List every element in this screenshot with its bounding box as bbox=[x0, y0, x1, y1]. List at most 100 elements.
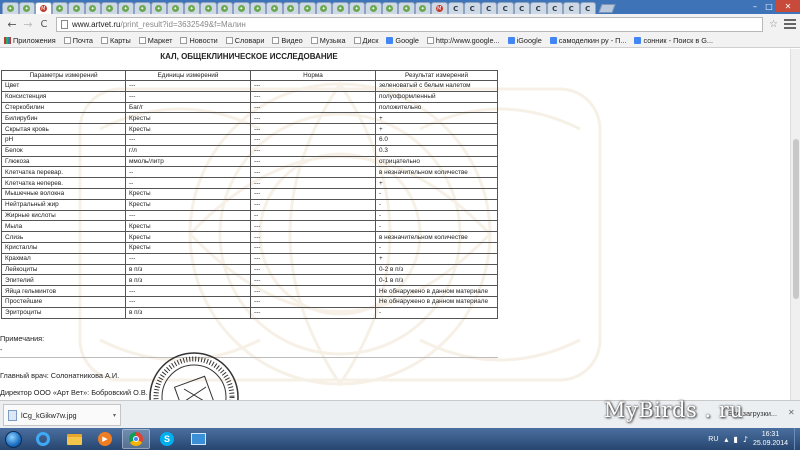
table-cell: ммоль/литр bbox=[125, 155, 251, 168]
browser-tab[interactable]: ✦ bbox=[51, 2, 68, 14]
browser-tab[interactable]: C bbox=[546, 2, 563, 14]
bookmark-item[interactable]: самоделкин ру - П... bbox=[549, 36, 626, 45]
taskbar-photo-viewer[interactable] bbox=[184, 429, 212, 449]
taskbar-chrome[interactable] bbox=[122, 429, 150, 449]
show-hidden-icons-icon[interactable]: ▴ bbox=[724, 435, 728, 444]
browser-tab[interactable]: ✦ bbox=[266, 2, 283, 14]
address-bar[interactable]: www.artvet.ru/print_result?id=3632549&f=… bbox=[56, 16, 764, 32]
bird-favicon: ✦ bbox=[138, 5, 146, 12]
bookmark-item[interactable]: Карты bbox=[100, 36, 131, 45]
bird-favicon: ✦ bbox=[188, 5, 196, 12]
browser-tab[interactable]: ✦ bbox=[84, 2, 101, 14]
chrome-menu-icon[interactable] bbox=[784, 19, 796, 29]
start-button[interactable] bbox=[0, 428, 26, 450]
browser-tab[interactable]: ✦ bbox=[2, 2, 19, 14]
browser-tab[interactable]: C bbox=[497, 2, 514, 14]
browser-tab[interactable]: C bbox=[480, 2, 497, 14]
browser-tab[interactable]: ✦ bbox=[299, 2, 316, 14]
forward-button[interactable]: → bbox=[20, 16, 36, 32]
url-host: www.artvet.ru bbox=[72, 19, 121, 29]
clock[interactable]: 16:31 25.09.2014 bbox=[753, 430, 788, 448]
browser-tab[interactable]: ✦ bbox=[233, 2, 250, 14]
bookmark-item[interactable]: Музыка bbox=[310, 36, 346, 45]
browser-tab[interactable]: ✦ bbox=[167, 2, 184, 14]
vertical-scrollbar[interactable] bbox=[790, 49, 800, 400]
browser-tab[interactable]: ✦ bbox=[282, 2, 299, 14]
table-cell: Билирубин bbox=[1, 112, 126, 125]
browser-tab[interactable]: ✦ bbox=[249, 2, 266, 14]
folder-icon bbox=[138, 37, 146, 44]
minimize-button[interactable]: – bbox=[748, 0, 762, 12]
network-icon[interactable]: ▮ bbox=[733, 435, 737, 444]
browser-tab[interactable]: C bbox=[513, 2, 530, 14]
browser-tab[interactable]: ✦ bbox=[134, 2, 151, 14]
browser-tab[interactable]: ✦ bbox=[101, 2, 118, 14]
bookmark-star-icon[interactable]: ☆ bbox=[769, 19, 778, 30]
table-cell: Простейшие bbox=[1, 295, 126, 308]
browser-tab[interactable]: M bbox=[431, 2, 448, 14]
back-button[interactable]: ← bbox=[4, 16, 20, 32]
bookmark-item[interactable]: Видео bbox=[272, 36, 303, 45]
table-cell: --- bbox=[125, 133, 251, 146]
bookmark-item[interactable]: Маркет bbox=[138, 36, 172, 45]
table-cell: --- bbox=[250, 101, 376, 114]
table-cell: Стеркобилин bbox=[1, 101, 126, 114]
show-desktop-button[interactable] bbox=[794, 428, 800, 450]
table-cell: - bbox=[375, 306, 498, 319]
table-row: Слизь Кресты --- в незначительном количеств… bbox=[1, 231, 498, 243]
browser-tab[interactable]: ✦ bbox=[332, 2, 349, 14]
scrollbar-thumb[interactable] bbox=[793, 139, 799, 299]
bookmark-item[interactable]: Приложения bbox=[4, 36, 56, 45]
chrome-icon bbox=[129, 432, 143, 446]
browser-tab[interactable]: ✦ bbox=[183, 2, 200, 14]
taskbar-skype[interactable]: S bbox=[153, 429, 181, 449]
taskbar-media-player[interactable]: ▶ bbox=[91, 429, 119, 449]
browser-tab[interactable]: M bbox=[35, 2, 52, 14]
c-favicon: C bbox=[469, 4, 475, 13]
bookmark-item[interactable]: http://www.google... bbox=[426, 36, 500, 45]
browser-tab[interactable]: C bbox=[464, 2, 481, 14]
bookmark-item[interactable]: Словари bbox=[225, 36, 264, 45]
close-icon: ✕ bbox=[784, 1, 792, 11]
bookmark-item[interactable]: Почта bbox=[63, 36, 93, 45]
browser-tab[interactable]: ✦ bbox=[365, 2, 382, 14]
table-cell: Клетчатка неперев. bbox=[1, 177, 126, 189]
browser-tab[interactable]: ✦ bbox=[315, 2, 332, 14]
download-item[interactable]: lCg_kGikw7w.jpg ▾ bbox=[3, 404, 121, 426]
browser-tab[interactable]: ✦ bbox=[348, 2, 365, 14]
bird-favicon: ✦ bbox=[287, 5, 295, 12]
browser-tab[interactable]: ✦ bbox=[216, 2, 233, 14]
browser-tab[interactable]: ✦ bbox=[117, 2, 134, 14]
table-cell: Эпителий bbox=[1, 274, 126, 287]
bookmark-item[interactable]: Новости bbox=[180, 36, 218, 45]
browser-tab[interactable]: ✦ bbox=[398, 2, 415, 14]
reload-button[interactable]: C bbox=[36, 16, 52, 32]
bookmark-item[interactable]: сонник - Поиск в G... bbox=[634, 36, 713, 45]
language-indicator[interactable]: RU bbox=[708, 436, 718, 443]
new-tab-button[interactable] bbox=[598, 4, 616, 13]
browser-tab[interactable]: ✦ bbox=[18, 2, 35, 14]
browser-tab[interactable]: C bbox=[530, 2, 547, 14]
chevron-down-icon[interactable]: ▾ bbox=[113, 412, 116, 419]
maximize-button[interactable]: □ bbox=[762, 0, 776, 12]
browser-tab[interactable]: ✦ bbox=[200, 2, 217, 14]
browser-tab[interactable]: ✦ bbox=[150, 2, 167, 14]
bookmark-item[interactable]: iGoogle bbox=[507, 36, 542, 45]
bird-favicon: ✦ bbox=[254, 5, 262, 12]
table-cell: Кресты bbox=[125, 112, 251, 125]
bookmark-item[interactable]: Диск bbox=[353, 36, 378, 45]
close-icon[interactable]: ✕ bbox=[788, 408, 795, 417]
browser-tab[interactable]: C bbox=[563, 2, 580, 14]
browser-tab[interactable]: C bbox=[579, 2, 596, 14]
taskbar-ie[interactable] bbox=[29, 429, 57, 449]
bookmark-item[interactable]: Google bbox=[386, 36, 419, 45]
browser-tab[interactable]: C bbox=[447, 2, 464, 14]
table-cell: Яйца гельминтов bbox=[1, 285, 126, 297]
volume-icon[interactable]: ♪ bbox=[743, 435, 748, 444]
browser-tab[interactable]: ✦ bbox=[68, 2, 85, 14]
close-window-button[interactable]: ✕ bbox=[776, 0, 800, 12]
browser-tab[interactable]: ✦ bbox=[414, 2, 431, 14]
taskbar-explorer[interactable] bbox=[60, 429, 88, 449]
browser-tab[interactable]: ✦ bbox=[381, 2, 398, 14]
table-cell: --- bbox=[250, 231, 376, 243]
